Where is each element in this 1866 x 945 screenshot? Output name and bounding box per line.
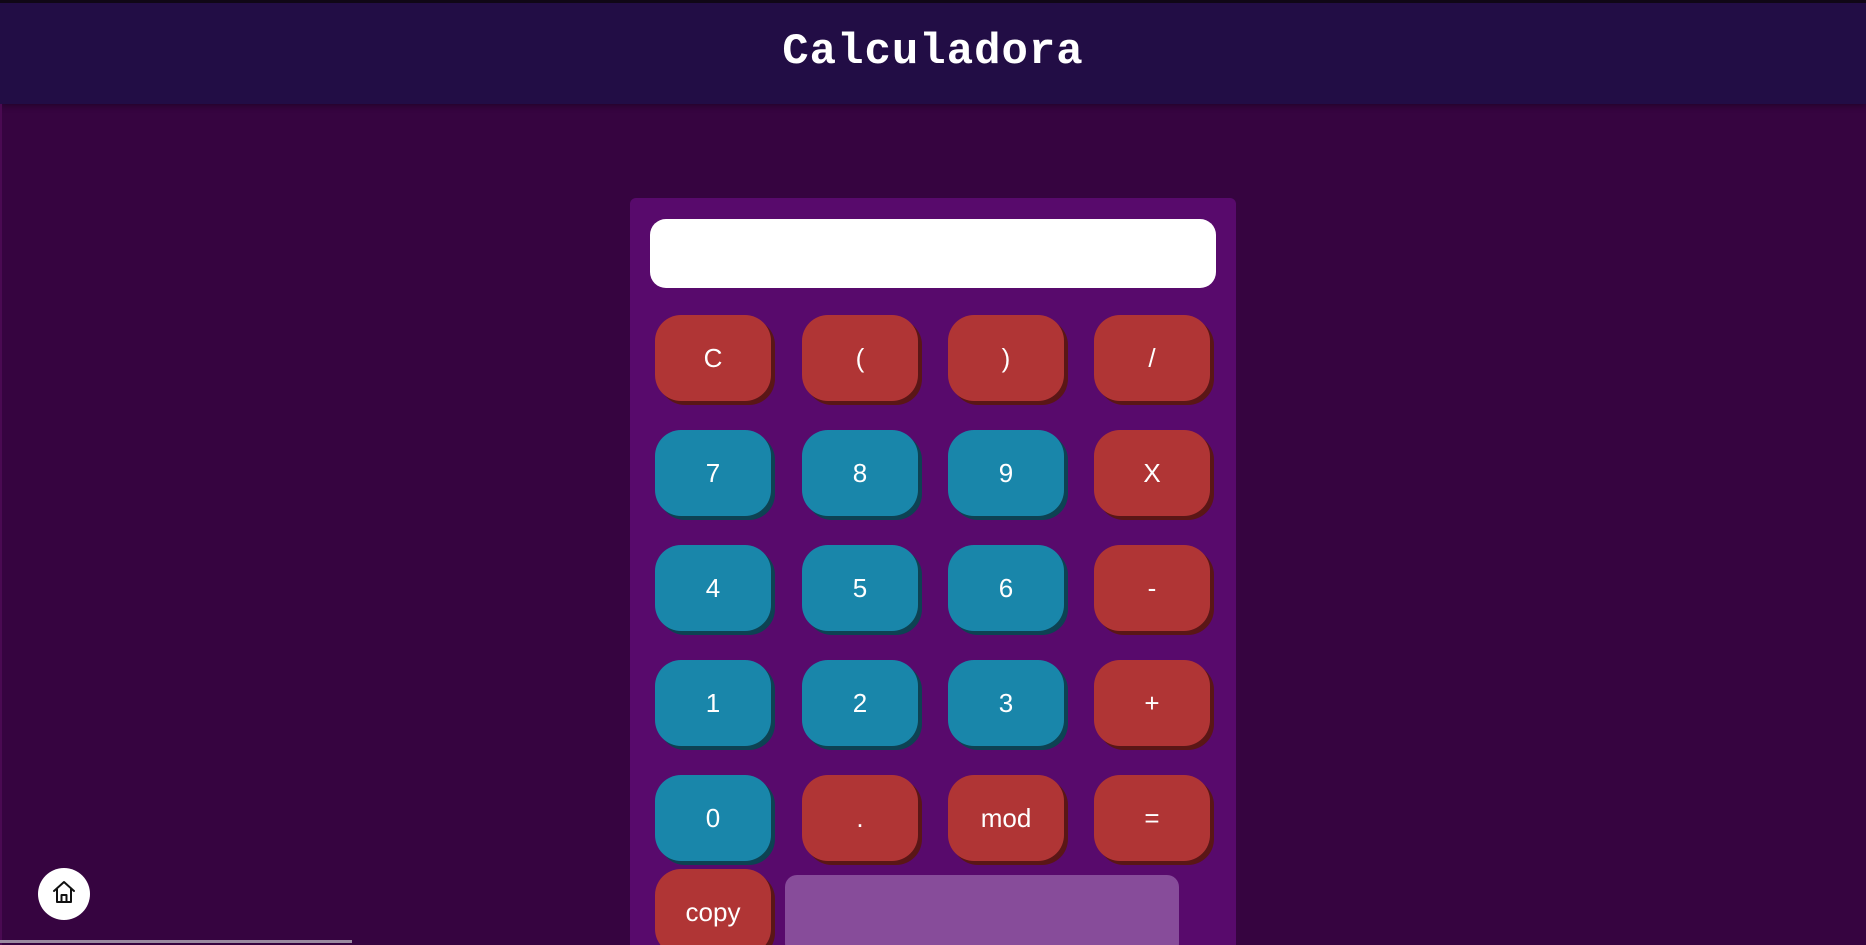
digit-7-button[interactable]: 7 [655,430,771,516]
open-paren-button[interactable]: ( [802,315,918,401]
copy-button[interactable]: copy [655,869,771,945]
add-button[interactable]: + [1094,660,1210,746]
digit-3-button[interactable]: 3 [948,660,1064,746]
digit-1-button[interactable]: 1 [655,660,771,746]
digit-0-button[interactable]: 0 [655,775,771,861]
mod-button[interactable]: mod [948,775,1064,861]
digit-5-button[interactable]: 5 [802,545,918,631]
history-panel [785,875,1179,945]
close-paren-button[interactable]: ) [948,315,1064,401]
horizontal-scrollbar[interactable] [0,940,352,943]
digit-6-button[interactable]: 6 [948,545,1064,631]
calculator-display[interactable] [650,219,1216,288]
subtract-button[interactable]: - [1094,545,1210,631]
home-icon [50,878,78,911]
page-left-edge [0,104,2,945]
multiply-button[interactable]: X [1094,430,1210,516]
digit-9-button[interactable]: 9 [948,430,1064,516]
clear-button[interactable]: C [655,315,771,401]
decimal-button[interactable]: . [802,775,918,861]
app-title: Calculadora [782,27,1084,77]
calculator-panel: C ( ) / 7 8 9 X 4 5 6 - 1 2 3 + 0 . mod … [630,198,1236,945]
app-header: Calculadora [0,0,1866,104]
divide-button[interactable]: / [1094,315,1210,401]
digit-2-button[interactable]: 2 [802,660,918,746]
digit-8-button[interactable]: 8 [802,430,918,516]
digit-4-button[interactable]: 4 [655,545,771,631]
equals-button[interactable]: = [1094,775,1210,861]
home-button[interactable] [38,868,90,920]
page: Calculadora C ( ) / 7 8 9 X 4 5 6 - 1 2 … [0,0,1866,945]
